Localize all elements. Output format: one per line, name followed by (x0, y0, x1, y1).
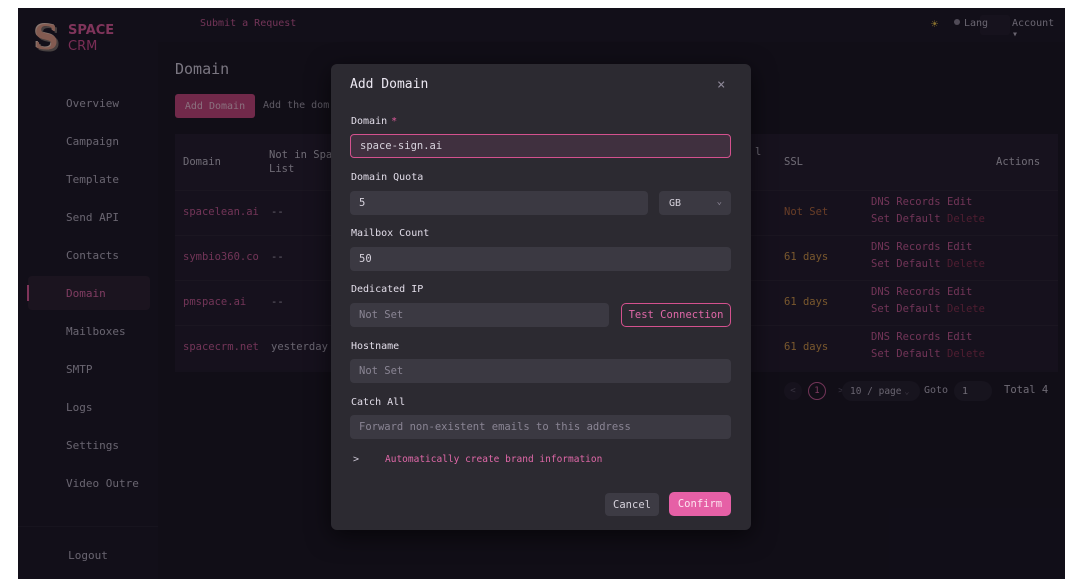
mailbox-count-label: Mailbox Count (351, 228, 430, 239)
mailbox-count-input[interactable]: 50 (350, 247, 731, 271)
test-connection-button[interactable]: Test Connection (621, 303, 731, 327)
domain-label: Domain * (351, 116, 397, 127)
confirm-button[interactable]: Confirm (669, 492, 731, 516)
catch-all-input[interactable]: Forward non-existent emails to this addr… (350, 415, 731, 439)
add-domain-dialog: Add Domain × Domain * space-sign.ai Domai… (331, 64, 751, 530)
auto-brand-toggle[interactable]: Automatically create brand information (385, 454, 602, 465)
hostname-input[interactable]: Not Set (350, 359, 731, 383)
quota-input[interactable]: 5 (350, 191, 648, 215)
dedicated-ip-input[interactable]: Not Set (350, 303, 609, 327)
quota-unit-value: GB (669, 197, 682, 209)
domain-input[interactable]: space-sign.ai (350, 134, 731, 158)
chevron-right-icon[interactable]: > (353, 454, 359, 465)
quota-unit-select[interactable]: GB ⌄ (659, 191, 731, 215)
required-mark: * (391, 116, 398, 127)
dialog-title: Add Domain (350, 77, 429, 92)
cancel-button[interactable]: Cancel (605, 493, 659, 516)
dedicated-ip-label: Dedicated IP (351, 284, 424, 295)
chevron-down-icon: ⌄ (716, 197, 722, 207)
catch-all-label: Catch All (351, 397, 406, 408)
hostname-label: Hostname (351, 341, 400, 352)
domain-label-text: Domain (351, 116, 388, 127)
app-window: S SPACE CRM Overview Campaign Template S… (18, 8, 1065, 579)
close-icon[interactable]: × (717, 77, 725, 93)
quota-label: Domain Quota (351, 172, 424, 183)
